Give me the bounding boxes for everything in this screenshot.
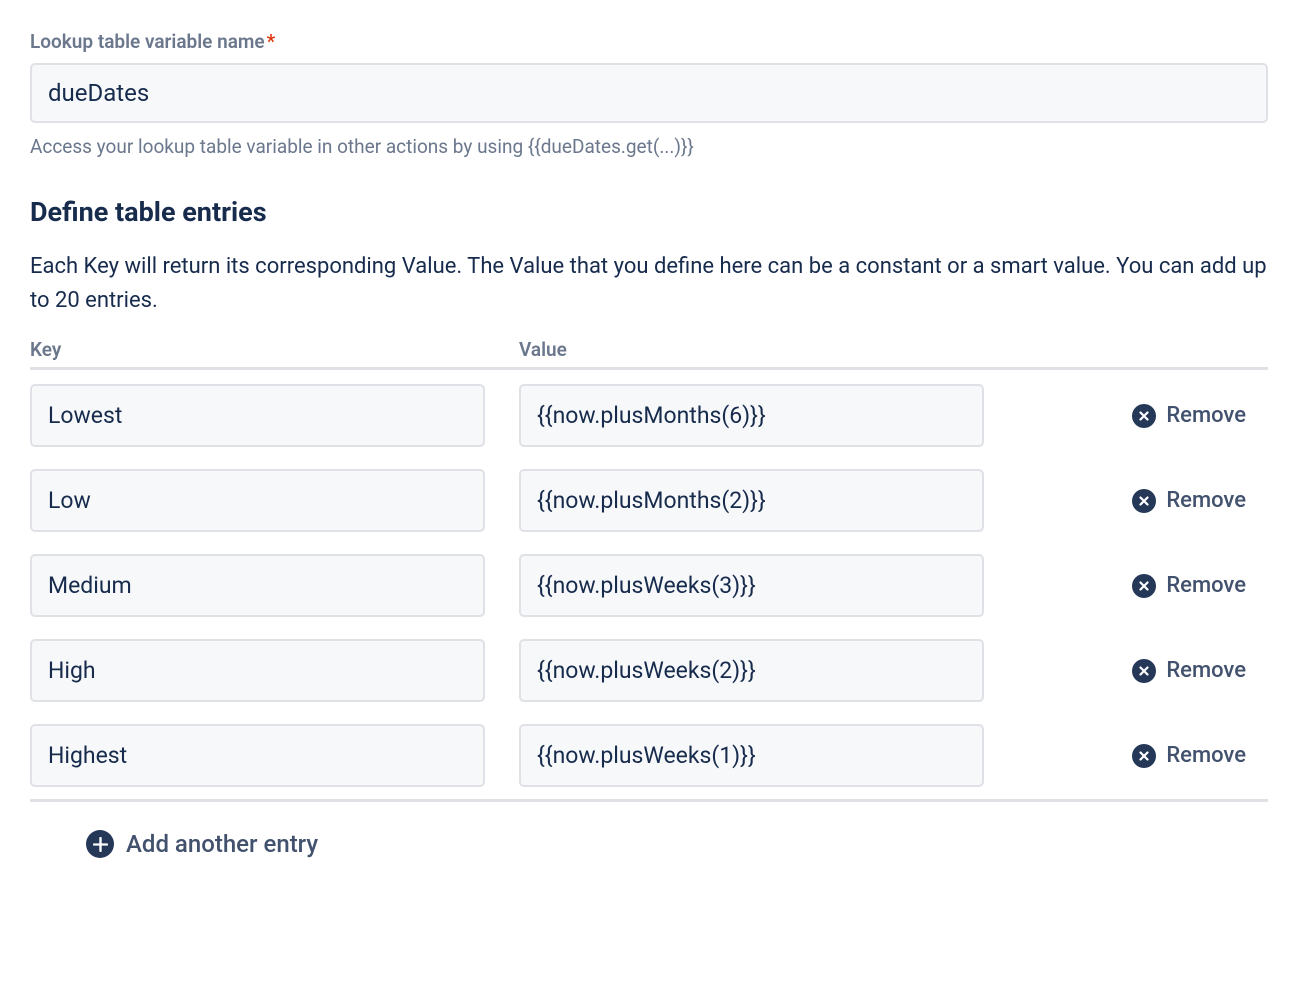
remove-label: Remove	[1166, 488, 1246, 513]
remove-button[interactable]: Remove	[1018, 573, 1268, 598]
key-input[interactable]	[30, 554, 485, 617]
close-circle-icon	[1132, 659, 1156, 683]
variable-name-input[interactable]	[30, 63, 1268, 123]
key-input[interactable]	[30, 639, 485, 702]
close-circle-icon	[1132, 744, 1156, 768]
variable-name-label: Lookup table variable name*	[30, 30, 1268, 53]
table-row: Remove	[30, 724, 1268, 787]
value-input[interactable]	[519, 469, 984, 532]
close-circle-icon	[1132, 489, 1156, 513]
variable-name-help-text: Access your lookup table variable in oth…	[30, 135, 1268, 158]
value-input[interactable]	[519, 384, 984, 447]
value-column-header: Value	[519, 338, 984, 361]
key-column-header: Key	[30, 338, 485, 361]
remove-button[interactable]: Remove	[1018, 658, 1268, 683]
add-entry-button[interactable]: Add another entry	[86, 830, 1268, 858]
remove-label: Remove	[1166, 743, 1246, 768]
remove-button[interactable]: Remove	[1018, 488, 1268, 513]
plus-circle-icon	[86, 830, 114, 858]
table-rows-container: Remove Remove Remove Remove Remove	[30, 384, 1268, 787]
key-input[interactable]	[30, 384, 485, 447]
value-input[interactable]	[519, 639, 984, 702]
close-circle-icon	[1132, 404, 1156, 428]
remove-button[interactable]: Remove	[1018, 403, 1268, 428]
lookup-table-form: Lookup table variable name* Access your …	[30, 30, 1268, 858]
table-row: Remove	[30, 639, 1268, 702]
value-input[interactable]	[519, 554, 984, 617]
table-row: Remove	[30, 554, 1268, 617]
remove-label: Remove	[1166, 403, 1246, 428]
define-entries-description: Each Key will return its corresponding V…	[30, 250, 1268, 318]
table-row: Remove	[30, 469, 1268, 532]
table-row: Remove	[30, 384, 1268, 447]
table-bottom-divider	[30, 799, 1268, 802]
required-asterisk: *	[267, 30, 276, 53]
value-input[interactable]	[519, 724, 984, 787]
remove-label: Remove	[1166, 658, 1246, 683]
table-headers: Key Value	[30, 338, 1268, 361]
variable-name-label-text: Lookup table variable name	[30, 30, 265, 53]
remove-label: Remove	[1166, 573, 1246, 598]
add-entry-label: Add another entry	[126, 830, 318, 858]
define-entries-heading: Define table entries	[30, 196, 1268, 228]
table-top-divider	[30, 367, 1268, 370]
key-input[interactable]	[30, 469, 485, 532]
close-circle-icon	[1132, 574, 1156, 598]
remove-button[interactable]: Remove	[1018, 743, 1268, 768]
key-input[interactable]	[30, 724, 485, 787]
